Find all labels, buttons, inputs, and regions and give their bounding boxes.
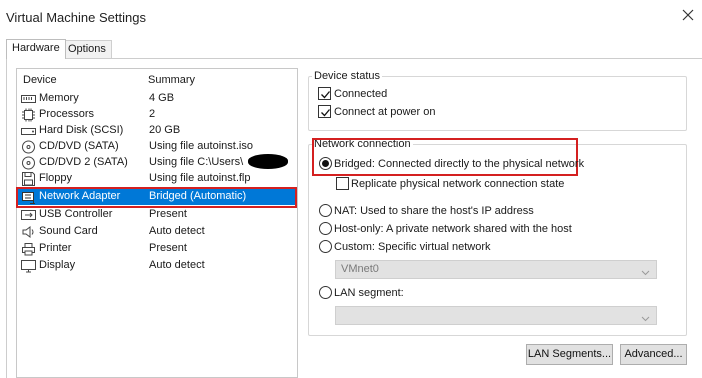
device-summary: 20 GB bbox=[149, 124, 181, 136]
nat-label[interactable]: NAT: Used to share the host's IP address bbox=[334, 205, 534, 217]
bridged-radio[interactable] bbox=[319, 157, 332, 170]
radio-dot bbox=[322, 160, 329, 167]
device-row-sound-card[interactable]: Sound Card Auto detect bbox=[18, 224, 297, 240]
device-summary: Using file autoinst.iso bbox=[149, 140, 253, 152]
device-status-group: Device status bbox=[308, 70, 687, 131]
device-summary: Auto detect bbox=[149, 225, 205, 237]
device-summary: 2 bbox=[149, 108, 156, 120]
custom-network-combo[interactable]: VMnet0 bbox=[335, 260, 657, 279]
check-icon bbox=[321, 109, 330, 117]
lan-segment-label[interactable]: LAN segment: bbox=[334, 287, 404, 299]
tab-options[interactable]: Options bbox=[62, 40, 112, 59]
hard-disk-icon bbox=[21, 124, 36, 138]
cd-dvd-icon bbox=[21, 140, 36, 154]
device-row-display[interactable]: Display Auto detect bbox=[18, 258, 297, 274]
column-header-summary[interactable]: Summary bbox=[148, 74, 195, 86]
display-icon bbox=[21, 259, 36, 273]
device-name: Processors bbox=[39, 108, 95, 120]
window-title: Virtual Machine Settings bbox=[6, 10, 146, 25]
chevron-down-icon bbox=[641, 267, 650, 279]
device-summary: Present bbox=[149, 208, 187, 220]
tab-hardware-label: Hardware bbox=[12, 42, 60, 54]
replicate-checkbox[interactable] bbox=[336, 177, 349, 190]
device-summary: Using file autoinst.flp bbox=[149, 172, 251, 184]
speaker-icon bbox=[21, 225, 36, 239]
device-summary: Using file C:\Users\ bbox=[149, 156, 244, 168]
device-name: CD/DVD 2 (SATA) bbox=[39, 156, 128, 168]
processor-icon bbox=[21, 108, 36, 122]
replicate-label[interactable]: Replicate physical network connection st… bbox=[351, 178, 564, 190]
nat-radio[interactable] bbox=[319, 204, 332, 217]
network-adapter-highlight bbox=[16, 187, 297, 208]
bridged-highlight bbox=[312, 138, 578, 176]
device-name: Sound Card bbox=[39, 225, 98, 237]
device-name: Hard Disk (SCSI) bbox=[39, 124, 124, 136]
device-row-cd-dvd[interactable]: CD/DVD (SATA) Using file autoinst.iso bbox=[18, 139, 297, 155]
close-icon[interactable] bbox=[679, 6, 697, 24]
connect-at-power-on-label[interactable]: Connect at power on bbox=[334, 106, 436, 118]
device-name: Floppy bbox=[39, 172, 73, 184]
device-summary: Auto detect bbox=[149, 259, 205, 271]
device-name: Printer bbox=[39, 242, 72, 254]
device-name: USB Controller bbox=[39, 208, 113, 220]
device-row-hard-disk[interactable]: Hard Disk (SCSI) 20 GB bbox=[18, 123, 297, 139]
host-only-label[interactable]: Host-only: A private network shared with… bbox=[334, 223, 572, 235]
device-row-printer[interactable]: Printer Present bbox=[18, 241, 297, 257]
host-only-radio[interactable] bbox=[319, 222, 332, 235]
device-row-usb-controller[interactable]: USB Controller Present bbox=[18, 207, 297, 223]
device-list[interactable]: Device Summary Memory 4 GB Processors 2 … bbox=[16, 68, 298, 378]
device-status-title: Device status bbox=[314, 70, 381, 82]
floppy-icon bbox=[21, 172, 36, 186]
printer-icon bbox=[21, 242, 36, 256]
tab-options-label: Options bbox=[68, 43, 106, 55]
usb-icon bbox=[21, 208, 36, 222]
tab-hardware[interactable]: Hardware bbox=[6, 39, 66, 59]
cd-dvd-icon bbox=[21, 156, 36, 170]
connected-checkbox[interactable] bbox=[318, 87, 331, 100]
lan-segment-radio[interactable] bbox=[319, 286, 332, 299]
redaction-mark bbox=[248, 154, 288, 169]
connected-label[interactable]: Connected bbox=[334, 88, 387, 100]
chevron-down-icon bbox=[641, 313, 650, 325]
custom-radio[interactable] bbox=[319, 240, 332, 253]
memory-icon bbox=[21, 92, 36, 106]
lan-segment-combo[interactable] bbox=[335, 306, 657, 325]
custom-label[interactable]: Custom: Specific virtual network bbox=[334, 241, 491, 253]
advanced-button[interactable]: Advanced... bbox=[620, 344, 687, 365]
lan-segments-button[interactable]: LAN Segments... bbox=[526, 344, 613, 365]
device-name: CD/DVD (SATA) bbox=[39, 140, 119, 152]
device-row-memory[interactable]: Memory 4 GB bbox=[18, 91, 297, 107]
check-icon bbox=[321, 91, 330, 99]
device-summary: 4 GB bbox=[149, 92, 175, 104]
bridged-label[interactable]: Bridged: Connected directly to the physi… bbox=[334, 158, 584, 170]
connect-at-power-on-checkbox[interactable] bbox=[318, 105, 331, 118]
column-header-device[interactable]: Device bbox=[23, 74, 57, 86]
device-summary: Present bbox=[149, 242, 187, 254]
device-row-processors[interactable]: Processors 2 bbox=[18, 107, 297, 123]
device-row-floppy[interactable]: Floppy Using file autoinst.flp bbox=[18, 171, 297, 187]
device-name: Display bbox=[39, 259, 76, 271]
custom-network-value: VMnet0 bbox=[341, 263, 379, 275]
device-name: Memory bbox=[39, 92, 79, 104]
